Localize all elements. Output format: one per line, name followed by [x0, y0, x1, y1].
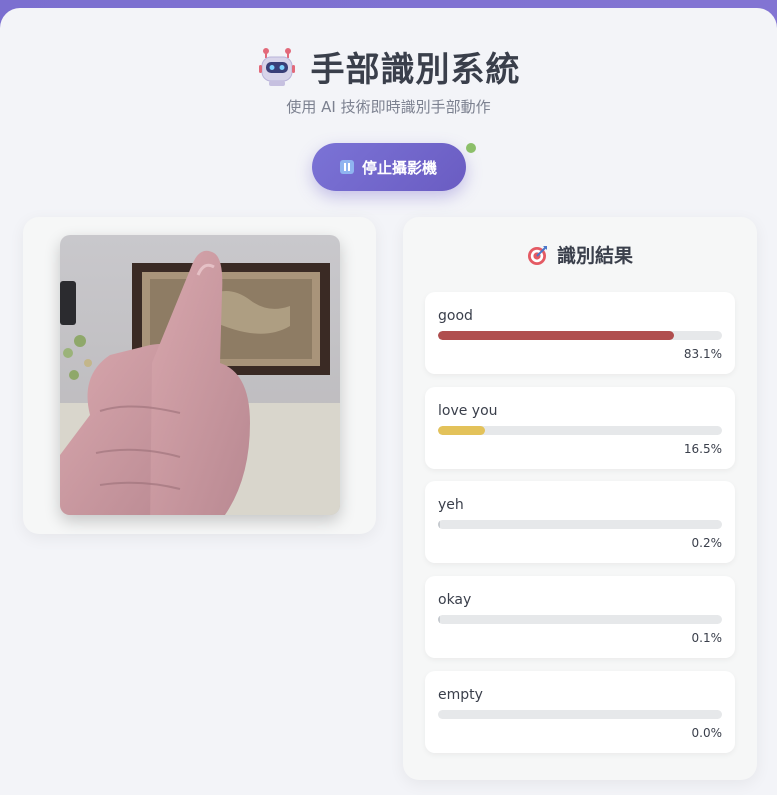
result-label: empty [438, 687, 483, 703]
result-percent: 0.0% [691, 726, 723, 740]
camera-frame-image [60, 235, 340, 515]
result-percent: 0.2% [691, 536, 723, 550]
result-item-yeh: yeh 0.2% [425, 481, 735, 563]
result-progress-fill [438, 331, 674, 340]
result-progress-fill [438, 426, 485, 435]
result-progress-track [438, 520, 722, 529]
result-item-okay: okay 0.1% [425, 576, 735, 658]
result-label: good [438, 308, 473, 324]
result-label: love you [438, 403, 498, 419]
result-item-empty: empty 0.0% [425, 671, 735, 753]
header: 手部識別系統 [0, 42, 777, 91]
result-progress-track [438, 615, 722, 624]
result-item-love-you: love you 16.5% [425, 387, 735, 469]
camera-status-indicator [466, 143, 476, 153]
page-subtitle: 使用 AI 技術即時識別手部動作 [286, 98, 491, 116]
stop-camera-label: 停止攝影機 [361, 158, 437, 177]
result-progress-fill [438, 520, 440, 529]
result-progress-fill [438, 615, 440, 624]
app-container: 手部識別系統 使用 AI 技術即時識別手部動作 停止攝影機 識別結果 good … [0, 8, 777, 795]
stop-camera-button[interactable]: 停止攝影機 [311, 143, 466, 191]
results-title: 識別結果 [556, 245, 633, 267]
pause-icon [339, 160, 354, 174]
target-icon [527, 245, 547, 265]
result-percent: 0.1% [691, 631, 723, 645]
video-card [23, 217, 376, 534]
results-header: 識別結果 [403, 241, 757, 268]
result-progress-track [438, 331, 722, 340]
robot-icon [258, 47, 295, 86]
controls-bar: 停止攝影機 [0, 143, 777, 191]
result-label: okay [438, 592, 472, 608]
page-title: 手部識別系統 [310, 50, 521, 90]
result-progress-track [438, 710, 722, 719]
result-percent: 83.1% [683, 347, 722, 361]
camera-feed [60, 235, 340, 515]
result-percent: 16.5% [683, 442, 722, 456]
result-progress-track [438, 426, 722, 435]
result-item-good: good 83.1% [425, 292, 735, 374]
result-label: yeh [438, 497, 464, 513]
results-card: 識別結果 good 83.1% love you 16.5% yeh 0.2% … [403, 217, 757, 780]
